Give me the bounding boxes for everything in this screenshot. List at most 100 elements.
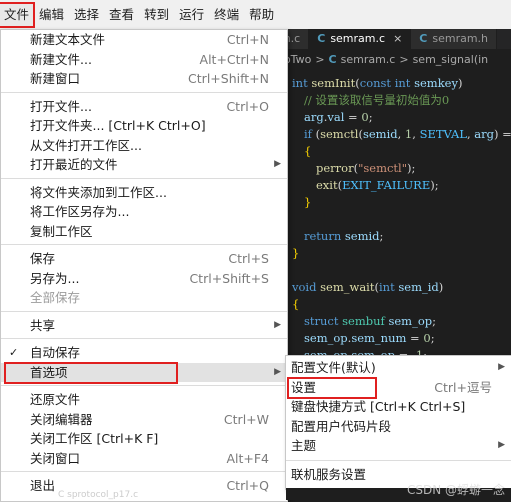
menu-item-label: 将文件夹添加到工作区... (30, 184, 167, 200)
code-line: void sem_wait(int sem_id) (292, 280, 444, 294)
menu-item-shortcut: Ctrl+W (223, 411, 269, 427)
file-menu: 新建文本文件 Ctrl+N 新建文件... Alt+Ctrl+N 新建窗口 Ctrl+Sh… (0, 29, 288, 502)
menu-item-label: 复制工作区 (30, 223, 93, 239)
menu-item-label: 全部保存 (30, 290, 81, 305)
menu-item-shortcut: Ctrl+逗号 (434, 379, 492, 395)
menu-item[interactable]: 打开文件... Ctrl+O (1, 97, 287, 116)
menu-item-shortcut: Ctrl+O (226, 98, 269, 114)
editor-tab[interactable]: Csemram.c × (309, 29, 412, 49)
code-line: { (292, 297, 300, 311)
chevron-right-icon: ▶ (274, 159, 281, 169)
menu-item[interactable]: 另存为... Ctrl+Shift+S (1, 269, 287, 288)
tab-label: semram.c (330, 32, 386, 45)
menu-go[interactable]: 转到 (140, 4, 173, 26)
menu-file[interactable]: 文件 (0, 1, 36, 28)
menu-item[interactable]: 将文件夹添加到工作区... (1, 183, 287, 202)
menu-item-shortcut: Alt+Ctrl+N (199, 51, 269, 67)
code-line: { (304, 144, 312, 158)
code-line: // 设置该取信号量初始值为0 (304, 93, 450, 107)
chevron-right-icon: ▶ (274, 366, 281, 377)
menu-item-label: 配置用户代码片段 (291, 418, 392, 434)
menu-item-label: 自动保存 (30, 345, 81, 360)
menu-item[interactable]: 还原文件 (1, 390, 287, 409)
menu-item-label: 关闭窗口 (30, 450, 81, 466)
menu-run[interactable]: 运行 (175, 4, 208, 26)
submenu-item[interactable]: 设置 Ctrl+逗号 (286, 378, 511, 397)
editor-tabs: pgm.cCsemram.c×Csemram.h (258, 29, 511, 49)
code-line: sem_op.sem_num = 0; (304, 331, 435, 345)
menu-item[interactable]: 复制工作区 (1, 222, 287, 241)
code-line: arg.val = 0; (304, 110, 373, 124)
menu-item[interactable]: 打开最近的文件 ▶ (1, 155, 287, 174)
menu-help[interactable]: 帮助 (245, 4, 278, 26)
menu-separator (1, 385, 287, 386)
menu-item-label: 还原文件 (30, 392, 81, 407)
menu-item[interactable]: 新建窗口 Ctrl+Shift+N (1, 69, 287, 88)
menu-item[interactable]: ✓ 自动保存 (1, 343, 287, 362)
menu-separator (286, 459, 511, 461)
chevron-right-icon: ▶ (274, 319, 281, 330)
menu-item-label: 将工作区另存为... (30, 204, 130, 219)
menu-item[interactable]: 共享 ▶ (1, 316, 287, 335)
code-line: } (292, 246, 300, 260)
menu-item[interactable]: 将工作区另存为... (1, 202, 287, 221)
submenu-item[interactable]: 主题 ▶ (286, 436, 511, 455)
breadcrumb-segment[interactable]: sem_signal(in (413, 53, 489, 66)
menu-item-label: 新建文件... (30, 51, 92, 67)
menu-item[interactable]: 首选项 ▶ (1, 362, 287, 382)
watermark: CSDN @蜉蝣一念 (406, 483, 505, 497)
menu-item-label: 保存 (30, 251, 56, 266)
code-line: } (304, 195, 312, 209)
menu-item[interactable]: 新建文件... Alt+Ctrl+N (1, 50, 287, 69)
menu-bar: 文件 编辑 选择 查看 转到 运行 终端 帮助 (0, 0, 511, 30)
code-line: exit(EXIT_FAILURE); (316, 178, 439, 192)
menu-item-label: 打开文件夹... [Ctrl+K Ctrl+O] (30, 118, 206, 133)
menu-separator (1, 244, 287, 245)
submenu-item[interactable]: 键盘快捷方式 [Ctrl+K Ctrl+S] (286, 397, 511, 416)
menu-item-shortcut: Alt+F4 (226, 450, 269, 466)
menu-item[interactable]: 新建文本文件 Ctrl+N (1, 30, 287, 49)
menu-edit[interactable]: 编辑 (35, 4, 68, 26)
breadcrumb: DemoTwo>Csemram.c>sem_signal(in (258, 49, 511, 71)
editor-tab[interactable]: Csemram.h (411, 29, 498, 49)
menu-item-label: 关闭工作区 [Ctrl+K F] (30, 431, 159, 446)
menu-item-label: 设置 (291, 379, 317, 395)
menu-selection[interactable]: 选择 (70, 4, 103, 26)
close-icon[interactable]: × (393, 32, 402, 45)
menu-separator (1, 310, 287, 312)
menu-item[interactable]: 关闭窗口 Alt+F4 (1, 449, 287, 468)
menu-item-label: 打开文件... (30, 98, 92, 114)
breadcrumb-segment: > (399, 53, 409, 66)
submenu-item[interactable]: 配置用户代码片段 (286, 417, 511, 436)
submenu-item[interactable]: 配置文件(默认) ▶ (286, 358, 511, 377)
check-icon: ✓ (9, 346, 19, 359)
menu-item-label: 新建文本文件 (30, 32, 106, 47)
menu-item[interactable]: 从文件打开工作区... (1, 136, 287, 155)
c-file-icon: C (328, 53, 337, 66)
menu-separator (1, 471, 287, 472)
menu-item-label: 退出 (30, 478, 56, 493)
preferences-submenu: 配置文件(默认) ▶ 设置 Ctrl+逗号键盘快捷方式 [Ctrl+K Ctrl+S]… (285, 355, 511, 490)
menu-view[interactable]: 查看 (105, 4, 138, 26)
menu-item-label: 关闭编辑器 (30, 411, 93, 427)
menu-item-shortcut: Ctrl+Q (226, 478, 269, 493)
menu-separator (1, 177, 287, 179)
menu-item[interactable]: 关闭工作区 [Ctrl+K F] (1, 429, 287, 448)
code-line: if (semctl(semid, 1, SETVAL, arg) == -1 (304, 127, 511, 141)
menu-item[interactable]: 关闭编辑器 Ctrl+W (1, 410, 287, 429)
menu-item[interactable]: 打开文件夹... [Ctrl+K Ctrl+O] (1, 116, 287, 135)
menu-item[interactable]: 退出 Ctrl+Q (1, 476, 287, 495)
menu-item-shortcut: Ctrl+Shift+S (189, 270, 269, 286)
menu-item-label: 打开最近的文件 (30, 157, 118, 172)
chevron-right-icon: ▶ (498, 362, 505, 372)
menu-item: 全部保存 (1, 288, 287, 307)
chevron-right-icon: ▶ (498, 440, 505, 450)
background-file-entry: C sprotocol_p17.c (58, 490, 139, 500)
breadcrumb-segment[interactable]: semram.c (341, 53, 396, 66)
menu-item[interactable]: 保存 Ctrl+S (1, 249, 287, 268)
menu-terminal[interactable]: 终端 (210, 4, 243, 26)
menu-item-shortcut: Ctrl+N (226, 32, 269, 47)
menu-item-label: 从文件打开工作区... (30, 137, 142, 153)
code-line: perror("semctl"); (316, 161, 416, 175)
menu-item-label: 配置文件(默认) (291, 360, 376, 375)
